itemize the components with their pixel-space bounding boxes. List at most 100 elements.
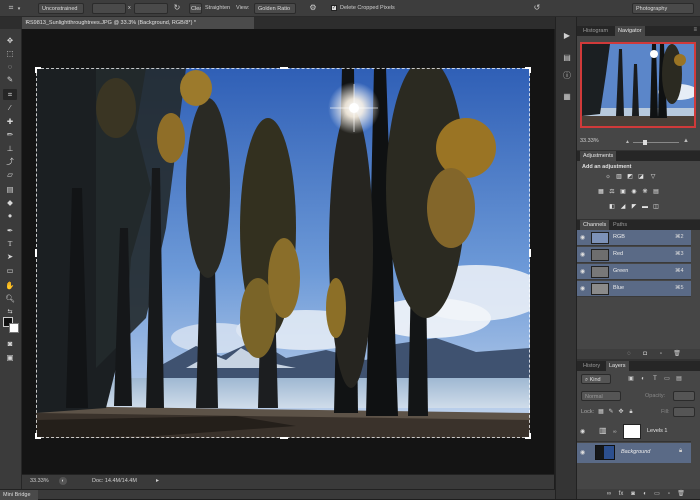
- curves-icon[interactable]: ◩: [626, 174, 634, 181]
- crop-tool-active-icon[interactable]: ⌗: [3, 89, 17, 100]
- adjustment-filter-icon[interactable]: ◐: [639, 374, 647, 384]
- quick-selection-tool-icon[interactable]: ✎: [3, 74, 17, 85]
- lock-all-icon[interactable]: 🔒︎: [627, 407, 635, 417]
- width-input[interactable]: [92, 3, 126, 14]
- layer-row-selected[interactable]: ◉ Background 🔒︎: [577, 443, 691, 463]
- crop-handle-right[interactable]: [529, 249, 531, 257]
- selective-color-icon[interactable]: ◫: [652, 204, 660, 211]
- clear-button[interactable]: Clear: [189, 3, 202, 14]
- blend-mode-select[interactable]: Normal: [581, 391, 621, 401]
- healing-brush-tool-icon[interactable]: ✚: [3, 116, 17, 127]
- crop-handle-bottom-left[interactable]: [35, 433, 41, 439]
- tab-layers[interactable]: Layers: [606, 361, 629, 371]
- crop-handle-top-left[interactable]: [35, 67, 41, 73]
- type-filter-icon[interactable]: T: [651, 374, 659, 384]
- hand-tool-icon[interactable]: ✋: [3, 280, 17, 291]
- eye-icon[interactable]: ◉: [580, 449, 585, 456]
- smart-object-filter-icon[interactable]: ▤: [675, 374, 683, 384]
- crop-handle-left[interactable]: [35, 249, 37, 257]
- delete-cropped-checkbox[interactable]: ✓: [331, 5, 337, 11]
- channel-row[interactable]: ◉ RGB ⌘2: [577, 230, 691, 246]
- tab-history[interactable]: History: [580, 361, 603, 371]
- panel-menu-icon[interactable]: ≡: [693, 27, 697, 33]
- crop-handle-bottom-right[interactable]: [525, 433, 531, 439]
- background-color-swatch[interactable]: [9, 323, 19, 333]
- crop-handle-bottom[interactable]: [280, 437, 288, 439]
- threshold-icon[interactable]: ◤: [630, 204, 638, 211]
- fill-input[interactable]: [673, 407, 695, 417]
- close-tab-icon[interactable]: ×: [25, 18, 31, 28]
- lock-position-icon[interactable]: ✥: [617, 407, 625, 417]
- lasso-tool-icon[interactable]: ◌: [3, 61, 17, 72]
- crop-handle-top[interactable]: [280, 67, 288, 69]
- pen-tool-icon[interactable]: ✒: [3, 225, 17, 236]
- layer-thumbnail[interactable]: [595, 445, 615, 460]
- workspace-select[interactable]: Photography: [632, 3, 694, 14]
- channel-row[interactable]: ◉ Blue ⌘5: [577, 281, 691, 297]
- levels-icon[interactable]: ▥: [615, 174, 623, 181]
- history-brush-tool-icon[interactable]: ⤴: [3, 156, 17, 167]
- ratio-select[interactable]: Unconstrained: [38, 3, 84, 14]
- blur-tool-icon[interactable]: ◆: [3, 197, 17, 208]
- rectangle-tool-icon[interactable]: ▭: [3, 265, 17, 276]
- layer-mask-thumbnail[interactable]: [623, 424, 641, 439]
- properties-icon[interactable]: ▤: [561, 53, 573, 63]
- navigator-thumbnail[interactable]: [580, 42, 696, 128]
- screen-mode-icon[interactable]: ▣: [3, 352, 17, 363]
- lock-pixels-icon[interactable]: ✎: [607, 407, 615, 417]
- info-icon[interactable]: ⓘ: [561, 71, 573, 81]
- zoom-out-icon[interactable]: ▲: [625, 139, 630, 145]
- new-channel-icon[interactable]: ▫: [657, 349, 665, 359]
- black-white-icon[interactable]: ▣: [619, 189, 627, 196]
- eye-icon[interactable]: ◉: [580, 251, 585, 258]
- document-tab[interactable]: RS9813_Sunlightthroughtrees.JPG @ 33.3% …: [22, 17, 254, 29]
- brush-tool-icon[interactable]: ✏: [3, 129, 17, 140]
- vibrance-icon[interactable]: ▽: [649, 174, 657, 181]
- channel-row[interactable]: ◉ Green ⌘4: [577, 264, 691, 280]
- photo-filter-icon[interactable]: ◉: [630, 189, 638, 196]
- crop-handle-top-right[interactable]: [525, 67, 531, 73]
- navigator-zoom-thumb[interactable]: [643, 140, 647, 145]
- posterize-icon[interactable]: ◢: [619, 204, 627, 211]
- navigator-zoom-slider[interactable]: [633, 142, 679, 143]
- straighten-button[interactable]: Straighten: [205, 4, 230, 12]
- eye-icon[interactable]: ◉: [580, 234, 585, 241]
- gradient-map-icon[interactable]: ▬: [641, 204, 649, 211]
- new-group-icon[interactable]: ▭: [653, 489, 661, 499]
- tab-adjustments[interactable]: Adjustments: [580, 151, 617, 161]
- zoom-level[interactable]: 33.33%: [30, 478, 49, 484]
- tab-histogram[interactable]: Histogram: [580, 26, 611, 36]
- link-layers-icon[interactable]: ∞: [605, 489, 613, 499]
- navigator-zoom-value[interactable]: 33.33%: [580, 138, 599, 144]
- layer-name[interactable]: Levels 1: [647, 428, 668, 434]
- clone-stamp-tool-icon[interactable]: ⊥: [3, 143, 17, 154]
- layer-style-icon[interactable]: fx: [617, 489, 625, 499]
- layer-row[interactable]: ◉ ▥ ∞ Levels 1: [577, 422, 691, 442]
- layer-name[interactable]: Background: [621, 449, 650, 455]
- dodge-tool-icon[interactable]: ●: [3, 210, 17, 221]
- brush-panel-icon[interactable]: ▦: [561, 92, 573, 102]
- gear-icon[interactable]: ⚙: [308, 3, 318, 13]
- status-menu-arrow-icon[interactable]: ▸: [156, 477, 159, 484]
- move-tool-icon[interactable]: ✥: [3, 35, 17, 46]
- eye-icon[interactable]: ◉: [580, 428, 585, 435]
- eye-icon[interactable]: ◉: [580, 285, 585, 292]
- opacity-input[interactable]: [673, 391, 695, 401]
- reset-icon[interactable]: ↺: [532, 3, 542, 13]
- link-icon[interactable]: ∞: [613, 429, 617, 435]
- quick-mask-icon[interactable]: ◙: [3, 338, 17, 349]
- save-selection-icon[interactable]: ◘: [641, 349, 649, 359]
- delete-channel-icon[interactable]: 🗑︎: [673, 349, 681, 359]
- chevron-down-icon[interactable]: ▾: [16, 4, 22, 14]
- eyedropper-tool-icon[interactable]: ⁄: [3, 102, 17, 113]
- tab-navigator[interactable]: Navigator: [615, 26, 645, 36]
- view-select[interactable]: Golden Ratio: [254, 3, 296, 14]
- gradient-tool-icon[interactable]: ▤: [3, 184, 17, 195]
- swap-dimensions-icon[interactable]: ↻: [172, 3, 182, 13]
- exposure-icon[interactable]: ◪: [637, 174, 645, 181]
- new-layer-icon[interactable]: ▫: [665, 489, 673, 499]
- shape-filter-icon[interactable]: ▭: [663, 374, 671, 384]
- add-mask-icon[interactable]: ◙: [629, 489, 637, 499]
- hue-saturation-icon[interactable]: ▦: [597, 189, 605, 196]
- zoom-in-icon[interactable]: ▲: [683, 138, 689, 144]
